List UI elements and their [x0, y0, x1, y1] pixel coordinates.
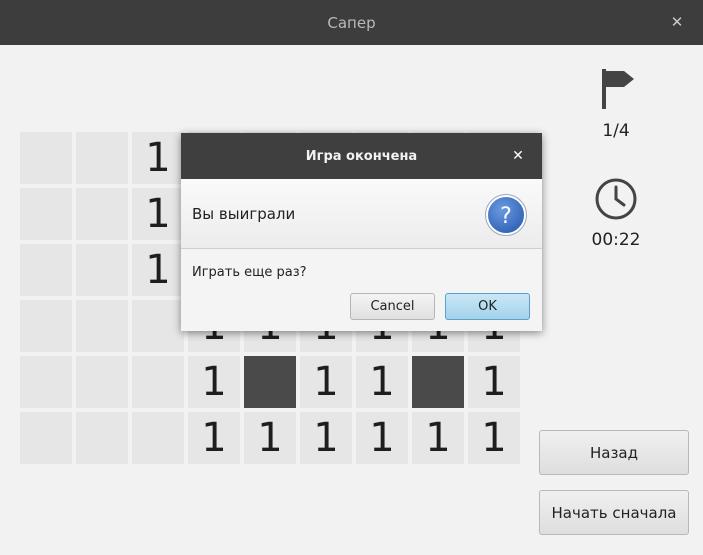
board-cell[interactable] [76, 244, 128, 296]
board-cell[interactable] [132, 356, 184, 408]
dialog-titlebar: Игра окончена ✕ [181, 133, 542, 179]
window-close-icon[interactable]: ✕ [667, 12, 687, 32]
board-cell[interactable] [20, 188, 72, 240]
board-cell[interactable]: 1 [468, 356, 520, 408]
board-cell[interactable]: 1 [300, 412, 352, 464]
ok-button[interactable]: OK [445, 293, 530, 320]
window-title: Сапер [327, 13, 376, 32]
board-cell[interactable] [20, 132, 72, 184]
board-cell[interactable]: 1 [132, 132, 184, 184]
dialog-title: Игра окончена [305, 148, 418, 164]
dialog-header-text: Вы выиграли [192, 205, 296, 223]
board-cell[interactable]: 1 [356, 356, 408, 408]
board-cell[interactable]: 1 [468, 412, 520, 464]
svg-text:?: ? [500, 204, 512, 229]
board-cell[interactable]: 1 [188, 412, 240, 464]
board-cell[interactable]: 1 [356, 412, 408, 464]
board-cell[interactable] [20, 300, 72, 352]
board-cell[interactable]: 1 [412, 412, 464, 464]
mine-cell[interactable] [412, 356, 464, 408]
board-cell[interactable] [20, 412, 72, 464]
mine-cell[interactable] [244, 356, 296, 408]
flags-counter: 1/4 [602, 121, 630, 141]
board-cell[interactable] [20, 244, 72, 296]
dialog-header: Вы выиграли ? [181, 179, 542, 249]
board-cell[interactable]: 1 [132, 188, 184, 240]
clock-icon [595, 178, 637, 220]
board-cell[interactable] [76, 412, 128, 464]
board-cell[interactable] [76, 300, 128, 352]
restart-button[interactable]: Начать сначала [539, 490, 689, 535]
board-cell[interactable] [20, 356, 72, 408]
board-cell[interactable] [76, 132, 128, 184]
board-cell[interactable] [132, 300, 184, 352]
cancel-button[interactable]: Cancel [350, 293, 435, 320]
board-cell[interactable]: 1 [132, 244, 184, 296]
board-cell[interactable] [76, 356, 128, 408]
timer: 00:22 [591, 230, 641, 250]
back-button[interactable]: Назад [539, 430, 689, 475]
game-over-dialog: Игра окончена ✕ Вы выиграли ? Играть еще… [181, 133, 542, 331]
board-cell[interactable]: 1 [244, 412, 296, 464]
window-titlebar: Сапер ✕ [0, 0, 703, 45]
dialog-close-icon[interactable]: ✕ [510, 146, 526, 166]
flag-icon [602, 69, 634, 109]
dialog-message: Играть еще раз? [192, 265, 307, 280]
board-cell[interactable]: 1 [300, 356, 352, 408]
board-cell[interactable]: 1 [188, 356, 240, 408]
board-cell[interactable] [132, 412, 184, 464]
board-cell[interactable] [76, 188, 128, 240]
question-icon: ? [485, 194, 527, 236]
